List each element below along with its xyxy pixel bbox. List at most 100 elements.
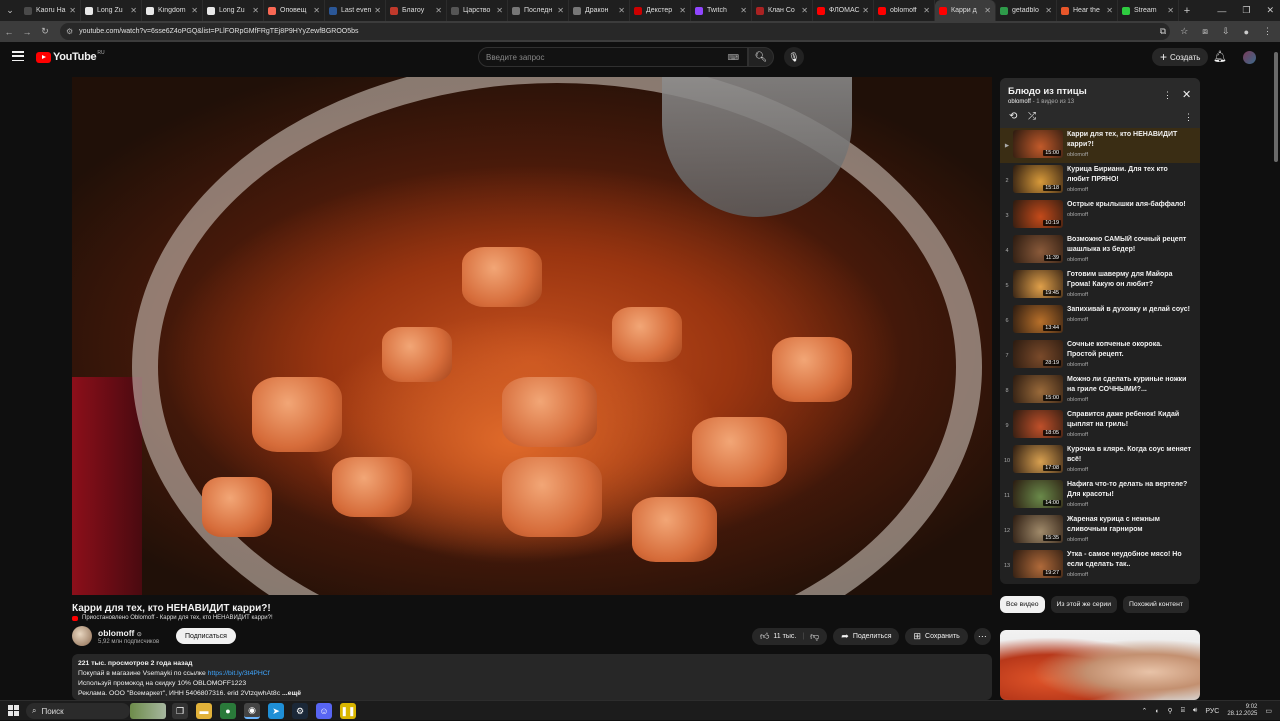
browser-tab[interactable]: Kaoru Ha ✕ — [20, 0, 81, 21]
playlist-item[interactable]: 4 11:39 Возможно САМЫЙ сочный рецепт шашлы… — [1000, 233, 1200, 268]
browser-tab[interactable]: Оповещ ✕ — [264, 0, 325, 21]
tab-close-icon[interactable]: ✕ — [923, 6, 930, 15]
tray-app-icon[interactable]: ◐ — [1155, 708, 1159, 715]
playlist-title[interactable]: Блюдо из птицы — [1008, 86, 1087, 97]
url-field[interactable]: ⚙ youtube.com/watch?v=6sse6Z4oPGQ&list=P… — [60, 23, 1170, 40]
tab-close-icon[interactable]: ✕ — [801, 6, 808, 15]
subscribe-button[interactable]: Подписаться — [176, 628, 236, 644]
maximize-icon[interactable]: ❐ — [1242, 5, 1250, 16]
playlist-item[interactable]: 2 15:18 Курица Бириани. Для тех кто любит … — [1000, 163, 1200, 198]
thumbs-down-icon[interactable]: 👎︎ — [810, 631, 819, 642]
scrollbar-thumb[interactable] — [1274, 52, 1278, 162]
close-window-icon[interactable]: ✕ — [1266, 5, 1274, 16]
playlist-item[interactable]: 6 13:44 Запихивай в духовку и делай соус! o… — [1000, 303, 1200, 338]
playlist-item-thumbnail[interactable]: 28:19 — [1013, 340, 1063, 368]
clock[interactable]: 9:02 28.12.2025 — [1227, 704, 1257, 718]
filter-chip[interactable]: Похожий контент — [1123, 596, 1189, 613]
playlist-item[interactable]: 9 18:05 Справится даже ребенок! Кидай цыпл… — [1000, 408, 1200, 443]
browser-tab[interactable]: Last even ✕ — [325, 0, 386, 21]
search-button[interactable]: 🔍︎ — [748, 47, 774, 67]
playlist-item-thumbnail[interactable]: 10:19 — [1013, 200, 1063, 228]
chrome-icon[interactable]: ◉ — [244, 703, 260, 719]
playlist-item[interactable]: 10 17:08 Курочка в кляре. Когда соус меняе… — [1000, 443, 1200, 478]
browser-tab[interactable]: Long Zu ✕ — [81, 0, 142, 21]
playlist-item-thumbnail[interactable]: 15:00 — [1013, 130, 1063, 158]
playlist-item[interactable]: 3 10:19 Острые крылышки аля-баффало! oblomo… — [1000, 198, 1200, 233]
bookmark-star-icon[interactable]: ☆ — [1180, 26, 1188, 37]
new-tab-button[interactable]: + — [1179, 5, 1195, 17]
channel-avatar[interactable] — [72, 626, 92, 646]
telegram-icon[interactable]: ➤ — [268, 703, 284, 719]
playlist-item-thumbnail[interactable]: 19:45 — [1013, 270, 1063, 298]
tab-close-icon[interactable]: ✕ — [374, 6, 381, 15]
save-button[interactable]: ⊞ Сохранить — [905, 628, 968, 645]
browser-tab[interactable]: Twitch ✕ — [691, 0, 752, 21]
like-button[interactable]: 👍︎ 11 тыс. | 👎︎ — [752, 628, 828, 645]
tab-close-icon[interactable]: ✕ — [252, 6, 259, 15]
tab-close-icon[interactable]: ✕ — [984, 6, 991, 15]
tray-volume-icon[interactable]: 🔊︎ — [1193, 707, 1197, 715]
taskbar-search[interactable]: ⌕ Поиск — [26, 703, 130, 719]
app-pause-icon[interactable]: ❚❚ — [340, 703, 356, 719]
tab-close-icon[interactable]: ✕ — [557, 6, 564, 15]
playlist-menu-icon[interactable]: ⋮ — [1163, 90, 1172, 101]
browser-tab[interactable]: Клан Со ✕ — [752, 0, 813, 21]
tab-close-icon[interactable]: ✕ — [435, 6, 442, 15]
playlist-item-thumbnail[interactable]: 14:00 — [1013, 480, 1063, 508]
show-more-link[interactable]: ...ещё — [282, 690, 301, 697]
playlist-item-thumbnail[interactable]: 18:05 — [1013, 410, 1063, 438]
site-info-icon[interactable]: ⚙ — [66, 27, 73, 36]
browser-tab[interactable]: oblomoff ✕ — [874, 0, 935, 21]
tab-close-icon[interactable]: ✕ — [1167, 6, 1174, 15]
browser-tab[interactable]: Дракон ✕ — [569, 0, 630, 21]
notifications-bell-icon[interactable]: 🔔︎ — [1213, 50, 1227, 63]
tab-close-icon[interactable]: ✕ — [862, 6, 869, 15]
tab-close-icon[interactable]: ✕ — [496, 6, 503, 15]
browser-tab[interactable]: Благоу ✕ — [386, 0, 447, 21]
tab-close-icon[interactable]: ✕ — [130, 6, 137, 15]
playlist-item[interactable]: 7 28:19 Сочные копченые окорока. Простой р… — [1000, 338, 1200, 373]
reload-icon[interactable]: ↻ — [36, 26, 54, 37]
description-box[interactable]: 221 тыс. просмотров 2 года назад Покупай… — [72, 654, 992, 700]
page-scrollbar[interactable] — [1272, 42, 1280, 700]
playlist-item-thumbnail[interactable]: 15:35 — [1013, 515, 1063, 543]
tab-close-icon[interactable]: ✕ — [740, 6, 747, 15]
playlist-item-thumbnail[interactable]: 15:00 — [1013, 375, 1063, 403]
video-player[interactable] — [72, 77, 992, 595]
menu-icon[interactable] — [12, 51, 24, 61]
playlist-item-thumbnail[interactable]: 11:39 — [1013, 235, 1063, 263]
browser-tab[interactable]: Царство ✕ — [447, 0, 508, 21]
playlist-owner[interactable]: oblomoff — [1008, 99, 1031, 105]
recommended-video-thumbnail[interactable] — [1000, 630, 1200, 700]
browser-tab[interactable]: Stream ✕ — [1118, 0, 1179, 21]
tray-network-icon[interactable]: ⌸ — [1181, 707, 1185, 715]
filter-chip[interactable]: Из этой же серии — [1050, 596, 1118, 613]
channel-name[interactable]: oblomoff ⊙ — [98, 628, 142, 638]
keyboard-icon[interactable]: ⌨ — [727, 53, 739, 62]
more-actions-icon[interactable]: ⋯ — [973, 628, 991, 645]
playlist-item[interactable]: 11 14:00 Нафига что-то делать на вертеле? … — [1000, 478, 1200, 513]
browser-tab[interactable]: Hear the ✕ — [1057, 0, 1118, 21]
extensions-icon[interactable]: ⧈ — [1202, 26, 1208, 37]
playlist-more-icon[interactable]: ⋮ — [1184, 112, 1193, 123]
tab-close-icon[interactable]: ✕ — [1106, 6, 1113, 15]
voice-search-button[interactable]: 🎙︎ — [784, 47, 804, 67]
tray-expand-icon[interactable]: ⌃ — [1141, 707, 1147, 715]
share-button[interactable]: ➦ Поделиться — [833, 628, 900, 645]
loop-icon[interactable]: ⟲ — [1009, 111, 1017, 122]
browser-tab[interactable]: getadblo ✕ — [996, 0, 1057, 21]
tab-close-icon[interactable]: ✕ — [191, 6, 198, 15]
shuffle-icon[interactable]: ⤮ — [1028, 111, 1036, 122]
browser-tab[interactable]: Карри д ✕ — [935, 0, 996, 21]
playlist-item[interactable]: 5 19:45 Готовим шаверму для Майора Грома! … — [1000, 268, 1200, 303]
playlist-item-thumbnail[interactable]: 15:18 — [1013, 165, 1063, 193]
playlist-item-thumbnail[interactable]: 17:08 — [1013, 445, 1063, 473]
back-icon[interactable]: ← — [0, 27, 18, 37]
playlist-item[interactable]: 13 19:27 Утка - самое неудобное мясо! Но е… — [1000, 548, 1200, 583]
widgets-icon[interactable] — [130, 703, 166, 719]
install-app-icon[interactable]: ⧉ — [1160, 26, 1166, 37]
profile-icon[interactable]: ● — [1244, 27, 1249, 37]
browser-tab[interactable]: Long Zu ✕ — [203, 0, 264, 21]
file-explorer-icon[interactable]: ▬ — [196, 703, 212, 719]
playlist-item-thumbnail[interactable]: 19:27 — [1013, 550, 1063, 578]
